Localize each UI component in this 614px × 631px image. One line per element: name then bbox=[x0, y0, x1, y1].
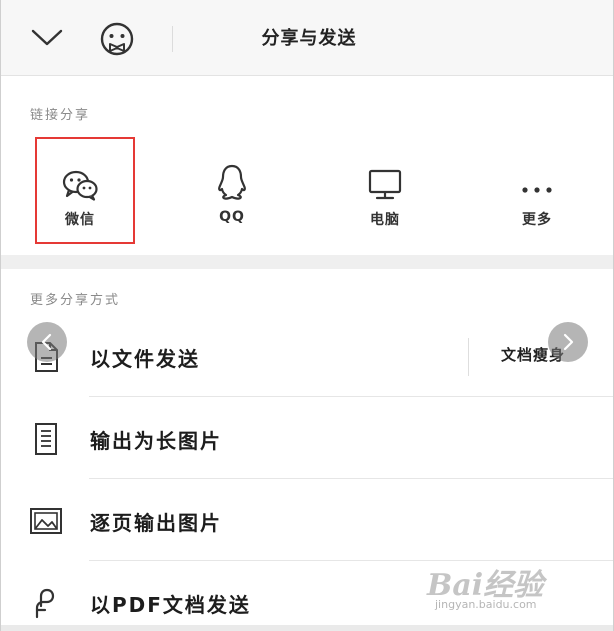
share-computer-label: 电脑 bbox=[370, 212, 400, 228]
prev-arrow-button[interactable] bbox=[27, 322, 67, 362]
avatar-button[interactable] bbox=[97, 19, 137, 59]
picture-icon bbox=[30, 508, 62, 534]
next-arrow-button[interactable] bbox=[548, 322, 588, 362]
long-image-icon bbox=[35, 423, 57, 455]
page-to-image-label: 逐页输出图片 bbox=[90, 511, 222, 535]
share-header: 分享与发送 bbox=[1, 0, 613, 76]
share-qq-label: QQ bbox=[219, 209, 245, 225]
bottom-strip bbox=[1, 625, 613, 631]
share-more-label: 更多 bbox=[522, 212, 552, 228]
wechat-icon bbox=[62, 170, 98, 201]
face-bowtie-icon bbox=[100, 22, 134, 56]
export-long-image-row[interactable]: 输出为长图片 bbox=[1, 397, 613, 479]
more-dots-icon bbox=[522, 187, 552, 193]
send-as-pdf-label: 以PDF文档发送 bbox=[90, 593, 251, 617]
link-share-label: 链接分享 bbox=[30, 108, 91, 123]
slim-divider bbox=[468, 338, 469, 376]
page-to-image-row[interactable]: 逐页输出图片 bbox=[1, 479, 613, 561]
collapse-button[interactable] bbox=[29, 22, 65, 54]
chevron-left-icon bbox=[41, 333, 52, 351]
share-more[interactable]: 更多 bbox=[487, 137, 587, 243]
share-wechat-label: 微信 bbox=[65, 212, 95, 228]
page-title: 分享与发送 bbox=[261, 28, 357, 49]
share-wechat[interactable]: 微信 bbox=[30, 137, 130, 243]
more-share-label: 更多分享方式 bbox=[30, 293, 121, 308]
export-long-image-label: 输出为长图片 bbox=[90, 429, 222, 453]
share-panel: 分享与发送 链接分享 微信 QQ 电脑 更多 更多分享方式 以文件发送 文档瘦身… bbox=[0, 0, 614, 631]
send-as-file-label: 以文件发送 bbox=[90, 347, 200, 371]
watermark-url: jingyan.baidu.com bbox=[435, 598, 537, 611]
share-qq[interactable]: QQ bbox=[182, 137, 282, 243]
pdf-icon bbox=[35, 588, 55, 619]
share-computer[interactable]: 电脑 bbox=[335, 137, 435, 243]
monitor-icon bbox=[368, 169, 402, 200]
qq-icon bbox=[218, 164, 246, 200]
chevron-right-icon bbox=[563, 333, 574, 351]
header-divider bbox=[172, 26, 173, 52]
chevron-down-icon bbox=[31, 29, 63, 46]
baidu-jingyan-watermark: Bai经验 jingyan.baidu.com bbox=[427, 560, 577, 616]
section-gap bbox=[1, 255, 613, 269]
